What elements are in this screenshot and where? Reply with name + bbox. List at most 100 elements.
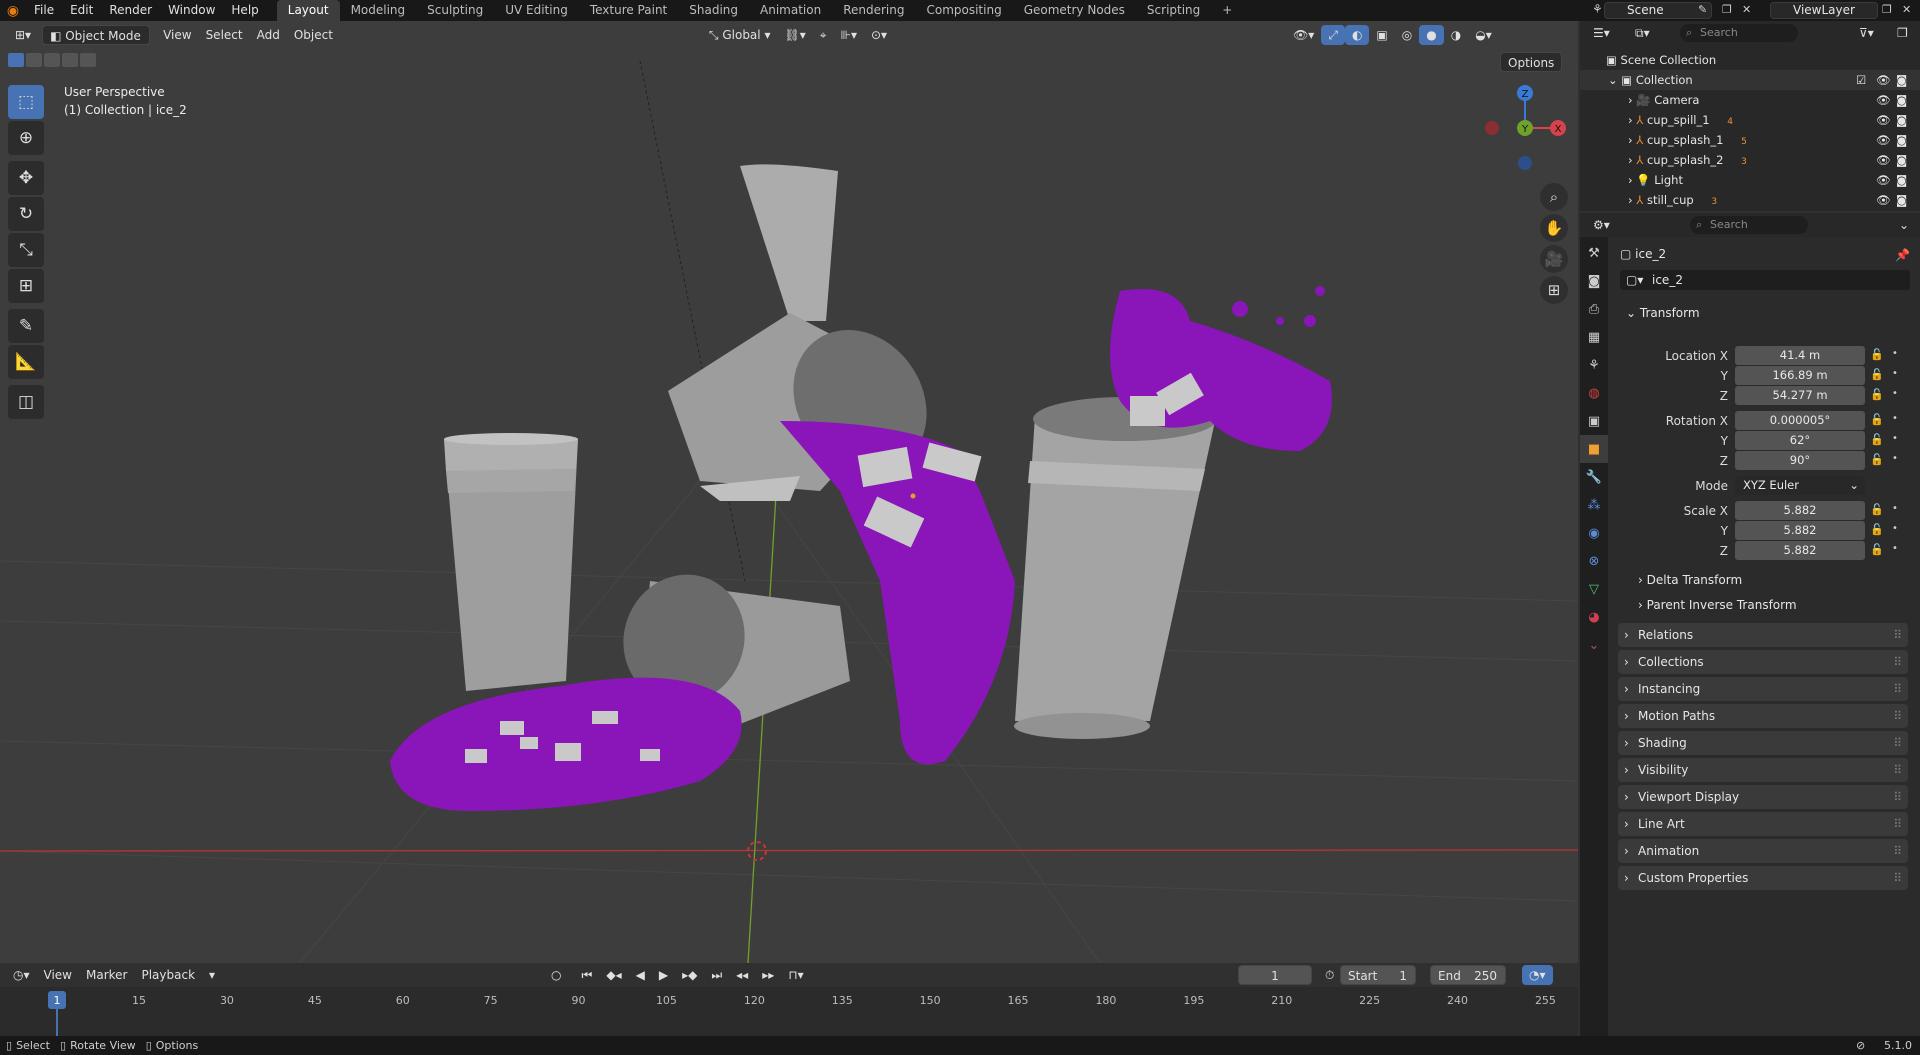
select-box-icon[interactable]: ⬚	[8, 85, 44, 119]
jump-end-icon[interactable]: ⏭	[704, 965, 729, 985]
transform-tool-icon[interactable]: ⊞	[8, 269, 44, 303]
drag-handle-icon[interactable]: ⠿	[1893, 677, 1902, 701]
tab-texture-paint[interactable]: Texture Paint	[579, 0, 678, 21]
collection-tab-icon[interactable]: ▣	[1580, 407, 1608, 435]
viewlayer-selector[interactable]: ViewLayer	[1770, 2, 1878, 19]
outliner-item[interactable]: › ⅄ cup_splash_1 5 👁 ◙	[1580, 130, 1920, 150]
add-workspace-icon[interactable]: +	[1211, 0, 1243, 21]
material-tab-icon[interactable]: ◕	[1580, 603, 1608, 631]
data-tab-icon[interactable]: ▽	[1580, 575, 1608, 603]
menu-view[interactable]: View	[156, 25, 198, 45]
auto-key-icon[interactable]: ⊓▾	[781, 965, 810, 985]
timeline-menu-view[interactable]: View	[37, 965, 79, 985]
view-layer-tab-icon[interactable]: ▦	[1580, 323, 1608, 351]
visibility-eye-icon[interactable]: 👁	[1876, 130, 1891, 150]
orientation-dropdown[interactable]: ⤡ Global ▾	[702, 25, 778, 45]
render-camera-icon[interactable]: ◙	[1896, 130, 1907, 150]
menu-object[interactable]: Object	[287, 25, 340, 45]
play-icon[interactable]: ▶	[652, 965, 675, 985]
lock-icon[interactable]: 🔓	[1870, 543, 1884, 556]
drag-handle-icon[interactable]: ⠿	[1893, 704, 1902, 728]
tab-scripting[interactable]: Scripting	[1136, 0, 1211, 21]
lock-icon[interactable]: 🔓	[1870, 523, 1884, 536]
output-tab-icon[interactable]: ⎙	[1580, 295, 1608, 323]
lock-icon[interactable]: 🔓	[1870, 388, 1884, 401]
keyframe-dot-icon[interactable]: •	[1892, 433, 1898, 444]
tab-modeling[interactable]: Modeling	[340, 0, 417, 21]
overlay-icon[interactable]: ◐	[1344, 24, 1370, 45]
end-frame-field[interactable]: End 250	[1430, 965, 1506, 985]
panel-header[interactable]: › Motion Paths ⠿	[1618, 704, 1908, 728]
keying-icon[interactable]: ○	[544, 965, 568, 985]
keyframe-dot-icon[interactable]: •	[1892, 523, 1898, 534]
lock-icon[interactable]: 🔓	[1870, 368, 1884, 381]
proportional-edit-icon[interactable]: ⊙▾	[864, 25, 894, 45]
panel-header[interactable]: › Instancing ⠿	[1618, 677, 1908, 701]
grid-view-icon[interactable]: ⊞	[1540, 276, 1568, 304]
tab-uv-editing[interactable]: UV Editing	[494, 0, 579, 21]
scene-type-icon[interactable]: ⚘	[1592, 2, 1603, 16]
menu-help[interactable]: Help	[223, 0, 266, 21]
camera-view-icon[interactable]: 🎥	[1540, 245, 1568, 273]
measure-tool-icon[interactable]: 📐	[8, 345, 44, 379]
outliner-item[interactable]: › 🎥 Camera 👁 ◙	[1580, 90, 1920, 110]
object-tab-icon[interactable]: ■	[1580, 435, 1608, 463]
panel-header[interactable]: › Relations ⠿	[1618, 623, 1908, 647]
drag-handle-icon[interactable]: ⠿	[1893, 650, 1902, 674]
tab-rendering[interactable]: Rendering	[832, 0, 915, 21]
solid-shading-icon[interactable]: ●	[1419, 24, 1444, 45]
options-button[interactable]: Options	[1500, 52, 1563, 72]
editor-type-icon[interactable]: ⊞▾	[8, 25, 38, 45]
visibility-eye-icon[interactable]: 👁	[1876, 170, 1891, 190]
scene-selector[interactable]: Scene	[1604, 2, 1712, 19]
visibility-eye-icon[interactable]: 👁	[1876, 150, 1891, 170]
scale-x-field[interactable]: 5.882	[1735, 501, 1865, 520]
delta-transform-header[interactable]: › Delta Transform	[1638, 573, 1742, 587]
mode-dropdown[interactable]: ◧ Object Mode ▾	[42, 24, 151, 63]
stopwatch-icon[interactable]: ⏱	[1318, 965, 1341, 985]
modifier-tab-icon[interactable]: 🔧	[1580, 463, 1608, 491]
render-camera-icon[interactable]: ◙	[1896, 110, 1907, 130]
scale-y-field[interactable]: 5.882	[1735, 521, 1865, 540]
menu-window[interactable]: Window	[160, 0, 223, 21]
select-intersect-icon[interactable]	[80, 53, 96, 67]
checkbox-icon[interactable]: ☑	[1856, 70, 1866, 90]
filter-icon[interactable]: ⊽▾	[1852, 23, 1881, 43]
scale-z-field[interactable]: 5.882	[1735, 541, 1865, 560]
rendered-shading-icon[interactable]: ◒▾	[1468, 25, 1499, 45]
scene-tab-icon[interactable]: ⚘	[1580, 351, 1608, 379]
timeline-menu-playback[interactable]: Playback	[134, 965, 202, 985]
rotate-tool-icon[interactable]: ↻	[8, 197, 44, 231]
drag-handle-icon[interactable]: ⠿	[1893, 785, 1902, 809]
transform-panel-header[interactable]: ⌄ Transform	[1618, 301, 1908, 325]
outliner-search[interactable]: ⌕ Search	[1680, 24, 1798, 42]
drag-handle-icon[interactable]: ⠿	[1893, 758, 1902, 782]
current-frame-field[interactable]: 1	[1238, 965, 1312, 985]
rotation-y-field[interactable]: 62°	[1735, 431, 1865, 450]
visibility-eye-icon[interactable]: 👁	[1876, 90, 1891, 110]
sync-icon[interactable]: ◔▾	[1522, 965, 1553, 985]
xray-icon[interactable]: ▣	[1369, 25, 1394, 45]
location-y-field[interactable]: 166.89 m	[1735, 366, 1865, 385]
rotation-x-field[interactable]: 0.000005°	[1735, 411, 1865, 430]
snap-icon[interactable]: ⌖	[813, 25, 834, 45]
scale-tool-icon[interactable]: ⤡	[8, 233, 44, 267]
snap-target-icon[interactable]: ⊪▾	[834, 25, 864, 45]
outliner-item[interactable]: › ⅄ still_cup 3 👁 ◙	[1580, 190, 1920, 210]
scene-collection-row[interactable]: ▣ Scene Collection	[1580, 50, 1920, 70]
panel-header[interactable]: › Custom Properties ⠿	[1618, 866, 1908, 890]
tab-geometry-nodes[interactable]: Geometry Nodes	[1013, 0, 1136, 21]
menu-add[interactable]: Add	[250, 25, 287, 45]
properties-editor-icon[interactable]: ⚙▾	[1586, 215, 1617, 235]
panel-header[interactable]: › Visibility ⠿	[1618, 758, 1908, 782]
timeline-menu-marker[interactable]: Marker	[79, 965, 134, 985]
expand-chevron-icon[interactable]: ⌄	[1608, 73, 1621, 87]
menu-edit[interactable]: Edit	[62, 0, 101, 21]
annotate-tool-icon[interactable]: ✎	[8, 309, 44, 343]
drag-handle-icon[interactable]: ⠿	[1893, 623, 1902, 647]
timeline-ruler[interactable]: 1 15 30 45 60 75 90 105 120 135 150 165 180 195 210 225…	[0, 991, 1578, 1039]
world-tab-icon[interactable]: ◍	[1580, 379, 1608, 407]
render-camera-icon[interactable]: ◙	[1896, 150, 1907, 170]
panel-header[interactable]: › Line Art ⠿	[1618, 812, 1908, 836]
pivot-icon[interactable]: ⛓▾	[777, 25, 812, 45]
